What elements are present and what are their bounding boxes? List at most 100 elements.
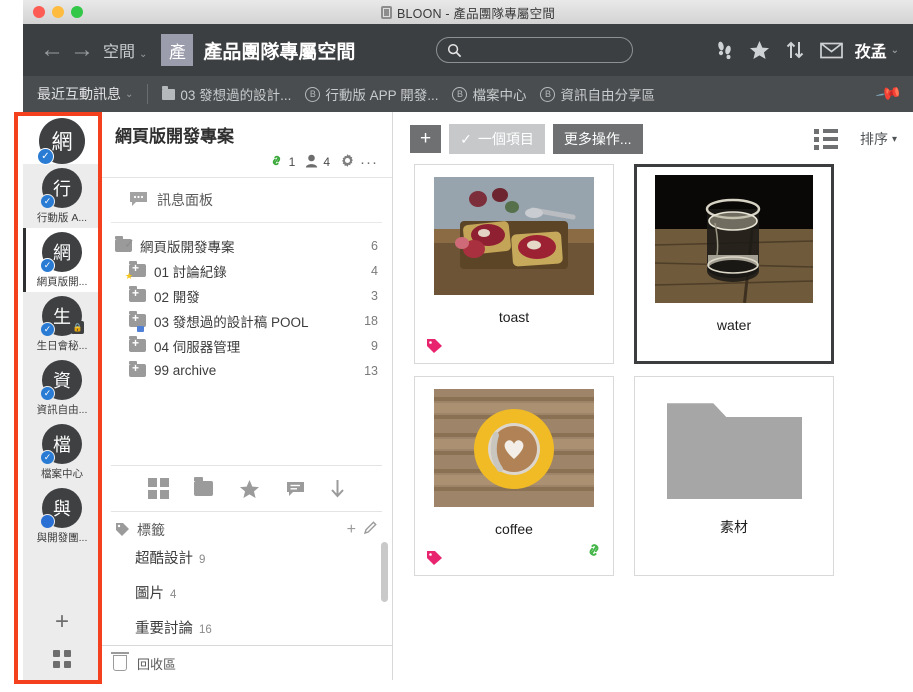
back-icon[interactable]: ← [37, 38, 67, 62]
chevron-down-icon: ⌄ [890, 44, 899, 56]
envelope-icon[interactable] [819, 42, 843, 59]
tree-label: 網頁版開發專案 [140, 239, 235, 255]
sidebar-item-birthday-secret[interactable]: 生 ✓ 🔒 生日會秘... [23, 292, 101, 356]
tree-label: 04 伺服器管理 [154, 339, 241, 355]
card-thumbnail [434, 389, 594, 508]
add-tag-button[interactable]: + [347, 521, 356, 539]
tree-row[interactable]: 03 發想過的設計稿 POOL 18 [115, 308, 378, 333]
message-panel-item[interactable]: 訊息面板 [111, 178, 382, 223]
sidebar-item-file-center[interactable]: 檔 ✓ 檔案中心 [23, 420, 101, 484]
tree-label: 99 archive [154, 363, 217, 378]
avatar: 網 ✓ [37, 118, 85, 165]
tab-label: 資訊自由分享區 [560, 88, 655, 103]
sidebar-item-label: 生日會秘... [36, 340, 88, 352]
user-menu[interactable]: 孜孟 ⌄ [855, 38, 899, 62]
link-icon[interactable] [269, 154, 284, 170]
more-actions-button[interactable]: 更多操作... [552, 124, 643, 155]
folder-plus-icon [129, 336, 146, 352]
comment-view-icon[interactable] [286, 481, 305, 497]
tag-label: 超酷設計 [135, 551, 193, 567]
folder-icon [162, 85, 176, 100]
pencil-icon[interactable] [363, 520, 378, 540]
verified-badge-icon: ✓ [40, 322, 55, 337]
card-water[interactable]: water [634, 164, 834, 365]
scrollbar-thumb[interactable] [381, 542, 388, 602]
content-panel: + ✓ 一個項目 更多操作... 排序 ▾ toast water coffee… [394, 112, 913, 680]
star-icon[interactable] [749, 40, 770, 60]
card-toast[interactable]: toast [414, 164, 614, 365]
more-options-icon[interactable]: ··· [360, 154, 378, 171]
trash-item[interactable]: 回收區 [101, 645, 392, 680]
verified-badge-icon: ✓ [40, 450, 55, 465]
tag-item[interactable]: 圖片 4 [115, 575, 378, 610]
tag-item[interactable]: 超酷設計 9 [115, 540, 378, 575]
verified-badge-icon: ✓ [40, 194, 55, 209]
sidebar-item-mobile-app[interactable]: 行 ✓ 行動版 A... [23, 164, 101, 228]
secondary-tabbar: 最近互動訊息 ⌄ 03 發想過的設計... B 行動版 APP 開發... B 檔… [23, 76, 913, 112]
tree-count: 3 [371, 288, 378, 303]
add-space-button[interactable]: + [55, 610, 69, 634]
space-menu[interactable]: 空間 ⌄ [103, 38, 147, 62]
tab-info-sharing[interactable]: B 資訊自由分享區 [540, 84, 655, 104]
rail-current-space[interactable]: 網 ✓ [23, 112, 101, 165]
sort-button[interactable]: 排序 ▾ [860, 129, 897, 149]
search-input[interactable] [466, 41, 622, 59]
folder-view-icon[interactable] [194, 477, 214, 496]
rail-footer: + [23, 610, 101, 668]
tab-file-center[interactable]: B 檔案中心 [452, 84, 526, 104]
circle-b-icon: B [305, 86, 321, 102]
search-icon [447, 43, 461, 57]
folder-plus-icon [129, 286, 146, 302]
verified-badge-icon: ✓ [40, 258, 55, 273]
star-view-icon[interactable] [239, 479, 260, 499]
selection-button[interactable]: ✓ 一個項目 [449, 124, 545, 155]
footprints-icon[interactable] [717, 40, 733, 60]
chevron-down-icon: ⌄ [139, 49, 148, 60]
search-box[interactable] [435, 37, 633, 63]
tag-icon [115, 522, 130, 539]
sidebar-item-dev-team[interactable]: 與 與開發團... [23, 484, 101, 548]
tree-row[interactable]: 02 開發 3 [115, 283, 378, 308]
grid-icon[interactable] [53, 650, 71, 668]
card-coffee[interactable]: coffee [414, 376, 614, 577]
sidebar-item-web-project[interactable]: 網 ✓ 網頁版開... [23, 228, 101, 292]
sort-arrows-icon[interactable] [786, 40, 804, 60]
verified-badge-icon: ✓ [40, 386, 55, 401]
tag-count: 9 [199, 554, 206, 566]
avatar: 資 ✓ [40, 360, 82, 401]
download-icon[interactable] [330, 479, 345, 498]
tag-label: 重要討論 [135, 621, 193, 637]
tree-label: 03 發想過的設計稿 POOL [154, 314, 309, 330]
tag-count: 4 [170, 589, 177, 601]
circle-b-icon: B [540, 86, 556, 102]
tree-row[interactable]: 99 archive 13 [115, 358, 378, 383]
avatar: 與 [40, 488, 82, 529]
card-thumbnail [654, 175, 814, 304]
card-folder-materials[interactable]: 素材 [634, 376, 834, 577]
sidebar-item-info-sharing[interactable]: 資 ✓ 資訊自由... [23, 356, 101, 420]
grid-view-icon[interactable] [147, 478, 169, 499]
add-button[interactable]: + [410, 124, 442, 154]
tag-item[interactable]: 重要討論 16 [115, 610, 378, 645]
person-icon[interactable] [305, 154, 318, 171]
tab-list: 03 發想過的設計... B 行動版 APP 開發... B 檔案中心 B 資訊… [162, 84, 877, 104]
card-thumbnail [434, 177, 594, 296]
tab-design-drafts[interactable]: 03 發想過的設計... [162, 84, 291, 104]
message-panel-label: 訊息面板 [157, 192, 213, 208]
card-label: toast [498, 309, 530, 326]
gear-icon[interactable] [340, 153, 355, 171]
tab-mobile-app[interactable]: B 行動版 APP 開發... [305, 84, 438, 104]
link-count: 1 [288, 155, 296, 169]
pin-icon[interactable]: 📌 [874, 80, 903, 109]
recent-messages-menu[interactable]: 最近互動訊息 ⌄ [37, 84, 133, 104]
speech-bubble-icon [129, 191, 148, 210]
sidebar-item-label: 網頁版開... [36, 276, 88, 288]
tree-count: 13 [364, 363, 378, 378]
forward-icon[interactable]: → [67, 38, 97, 62]
list-view-icon[interactable] [813, 128, 838, 150]
tree-row[interactable]: 04 伺服器管理 9 [115, 333, 378, 358]
tag-label: 圖片 [135, 586, 164, 602]
tree-row[interactable]: 網頁版開發專案 6 [115, 233, 378, 258]
tree-row[interactable]: ★ 01 討論紀錄 4 [115, 258, 378, 283]
